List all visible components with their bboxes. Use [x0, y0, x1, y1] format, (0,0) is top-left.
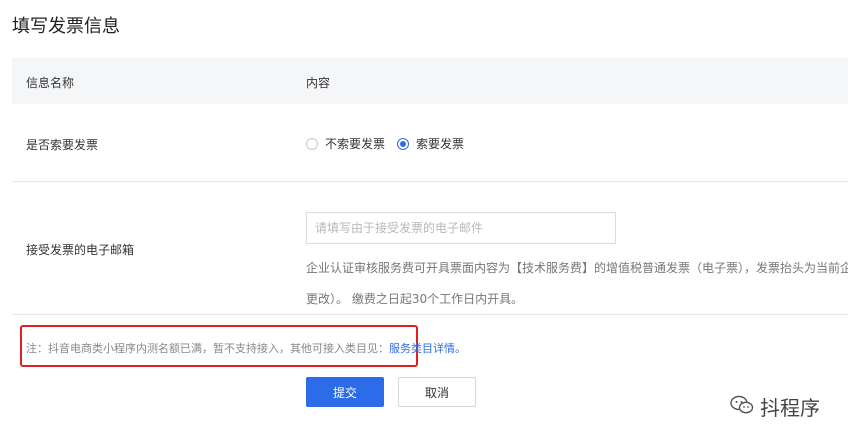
email-help-text-line2: 更改）。 缴费之日起30个工作日内开具。	[306, 292, 524, 306]
invoice-request-label: 是否索要发票	[26, 138, 99, 152]
wechat-icon	[730, 395, 754, 419]
row-divider	[12, 181, 848, 182]
watermark: 抖程序	[730, 392, 820, 421]
radio-request-invoice-circle[interactable]	[397, 137, 410, 150]
submit-button[interactable]: 提交	[306, 377, 384, 407]
invoice-email-input[interactable]	[306, 212, 616, 244]
radio-no-invoice-label: 不索要发票	[325, 137, 386, 151]
radio-request-invoice-label: 索要发票	[416, 137, 465, 151]
row-divider	[12, 314, 848, 315]
header-info-name: 信息名称	[26, 76, 75, 90]
watermark-text: 抖程序	[760, 396, 820, 420]
email-help-text-line1: 企业认证审核服务费可开具票面内容为【技术服务费】的增值税普通发票（电子票），发票…	[306, 261, 848, 275]
radio-no-invoice[interactable]: 不索要发票	[306, 135, 385, 152]
notice-message: 注：抖音电商类小程序内测名额已满，暂不支持接入，其他可接入类目见：	[26, 342, 389, 355]
cancel-button[interactable]: 取消	[398, 377, 476, 407]
invoice-email-label: 接受发票的电子邮箱	[26, 243, 135, 257]
invoice-radio-group: 不索要发票 索要发票	[306, 135, 476, 152]
table-header-row: 信息名称 内容	[12, 58, 848, 104]
radio-request-invoice[interactable]: 索要发票	[397, 135, 464, 152]
service-category-link[interactable]: 服务类目详情。	[389, 342, 466, 355]
radio-no-invoice-circle[interactable]	[306, 137, 318, 150]
notice-text: 注：抖音电商类小程序内测名额已满，暂不支持接入，其他可接入类目见：服务类目详情。	[26, 340, 466, 356]
page-title: 填写发票信息	[12, 16, 120, 37]
header-content: 内容	[306, 76, 331, 90]
